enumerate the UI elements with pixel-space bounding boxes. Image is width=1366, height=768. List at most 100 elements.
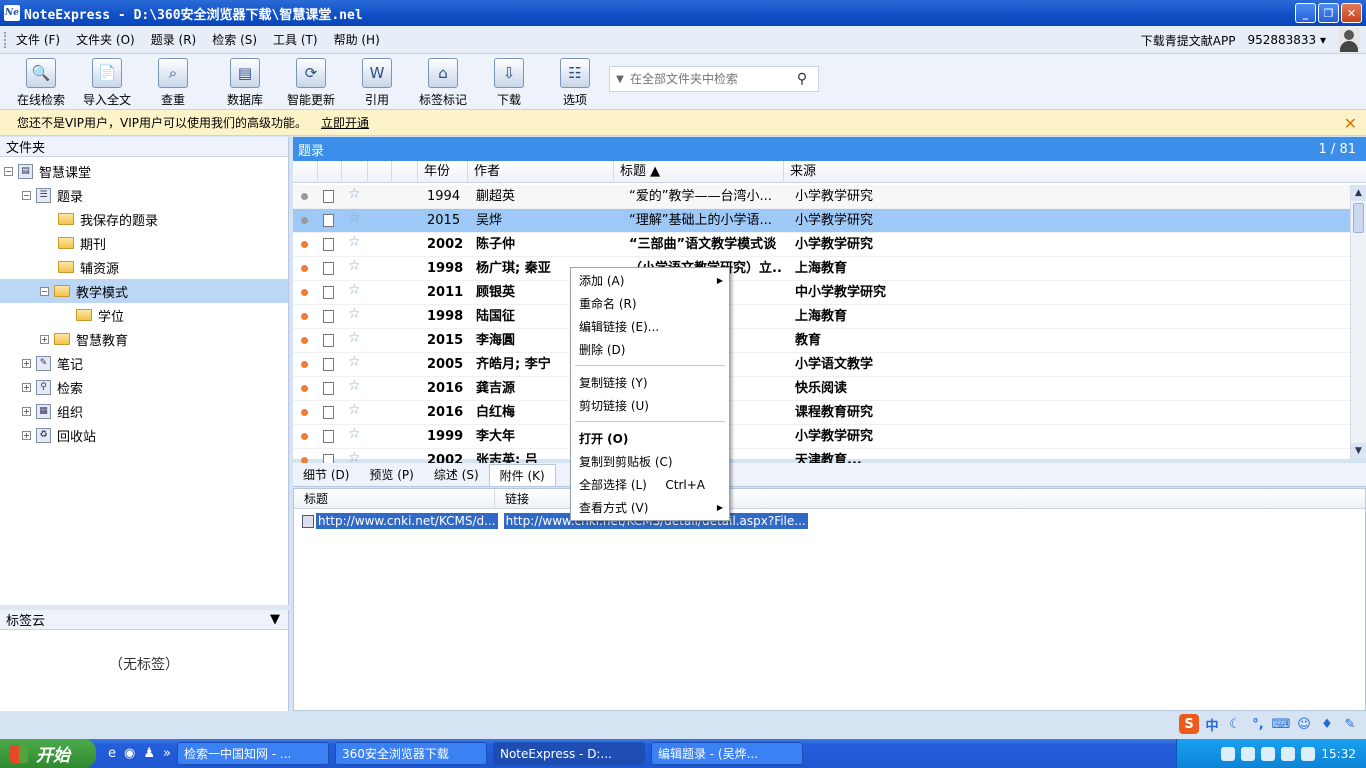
close-icon[interactable]: ✕ [1344,114,1357,133]
expand-icon[interactable]: + [22,430,31,440]
start-button[interactable]: 开始 [0,739,96,768]
expand-icon[interactable]: + [22,406,31,416]
menu-item-delete[interactable]: 删除 (D) [579,340,727,360]
menu-file[interactable]: 文件 (F) [8,31,68,48]
att-col-title[interactable]: 标题 [294,489,494,509]
ime-halfwidth-icon[interactable]: ☾ [1225,714,1245,734]
tree-item-records[interactable]: − ☰ 题录 [22,183,83,207]
menu-item-open[interactable]: 打开 (O) [579,429,727,449]
table-row[interactable]: ☆2011顾银英导学”...中小学教学研究 [293,281,1350,305]
table-row[interactable]: ☆2005齐皓月; 李宁变轨迹...小学语文教学 [293,353,1350,377]
menu-folder[interactable]: 文件夹 (O) [68,31,143,48]
security-tray-icon[interactable] [1281,746,1296,761]
user-id-dropdown[interactable]: 952883833 ▾ [1247,33,1326,47]
star-icon[interactable]: ☆ [348,354,361,370]
tree-item-root[interactable]: − ▤ 智慧课堂 [4,159,91,183]
task-noteexpress[interactable]: NoteExpress - D:... [492,742,645,765]
attachment-row[interactable]: http://www.cnki.net/KCMS/d... http://www… [302,512,808,530]
ie-icon[interactable]: e [108,746,116,761]
tree-item-search[interactable]: + ⚲ 检索 [22,375,83,399]
tree-item-degree[interactable]: 学位 [76,303,124,327]
table-row[interactable]: ☆2016龚吉源小学数...快乐阅读 [293,377,1350,401]
sogou-tray-icon[interactable] [1221,746,1236,761]
menu-item-select-all[interactable]: 全部选择 (L) Ctrl+A [579,475,727,495]
table-row[interactable]: ☆ 2002 陈子仲 “三部曲”语文教学模式谈 小学教学研究 [293,233,1350,257]
star-icon[interactable]: ☆ [348,210,361,226]
table-row[interactable]: ☆2015李海圓学教学...教育 [293,329,1350,353]
tree-item-smart-education[interactable]: + 智慧教育 [40,327,128,351]
menu-item-add[interactable]: 添加 (A) ▶ [579,271,727,291]
col-year[interactable]: 年份 [417,161,467,183]
clock[interactable]: 15:32 [1321,747,1356,761]
noteexpress-tray-icon[interactable] [1241,746,1256,761]
tree-item-organize[interactable]: + ▦ 组织 [22,399,83,423]
expand-icon[interactable]: + [22,358,31,368]
search-icon[interactable]: ⚲ [790,71,814,87]
menu-tools[interactable]: 工具 (T) [265,31,326,48]
tab-preview[interactable]: 预览 (P) [359,464,423,486]
tag-mark-button[interactable]: ⌂ 标签标记 [410,54,476,110]
dedupe-button[interactable]: ⌕ 查重 [140,54,206,110]
col-author[interactable]: 作者 [467,161,613,183]
online-search-button[interactable]: 🔍 在线检索 [8,54,74,110]
col-source[interactable]: 来源 [783,161,1350,183]
smart-update-button[interactable]: ⟳ 智能更新 [278,54,344,110]
col-extra1[interactable] [367,161,391,183]
database-button[interactable]: ▤ 数据库 [212,54,278,110]
cite-button[interactable]: W 引用 [344,54,410,110]
tab-attachments[interactable]: 附件 (K) [488,464,556,486]
tab-summary[interactable]: 综述 (S) [424,464,489,486]
download-button[interactable]: ⇩ 下载 [476,54,542,110]
vip-open-link[interactable]: 立即开通 [321,114,369,131]
expand-icon[interactable]: + [40,334,49,344]
menu-item-copy-clipboard[interactable]: 复制到剪贴板 (C) [579,452,727,472]
col-status[interactable] [293,161,317,183]
expand-icon[interactable]: + [22,382,31,392]
ime-punctuation-icon[interactable]: °, [1248,714,1268,734]
tree-item-journals[interactable]: 期刊 [58,231,106,255]
tree-item-recycle-bin[interactable]: + ♻ 回收站 [22,423,96,447]
star-icon[interactable]: ☆ [348,330,361,346]
star-icon[interactable]: ☆ [348,258,361,274]
star-icon[interactable]: ☆ [348,402,361,418]
search-input[interactable] [630,72,790,86]
table-row[interactable]: ☆2016白红梅学模式...课程教育研究 [293,401,1350,425]
table-row[interactable]: ☆ 1994 蒯超英 “爱的”教学——台湾小... 小学教学研究 [293,185,1350,209]
table-row[interactable]: ☆ 2015 吴烨 “理解”基础上的小学语... 小学教学研究 [293,209,1350,233]
network-tray-icon[interactable] [1261,746,1276,761]
import-fulltext-button[interactable]: 📄 导入全文 [74,54,140,110]
options-button[interactable]: ☷ 选项 [542,54,608,110]
tab-details[interactable]: 细节 (D) [293,464,359,486]
volume-tray-icon[interactable] [1301,746,1316,761]
star-icon[interactable]: ☆ [348,186,361,202]
task-edit-record[interactable]: 编辑题录 - (吴烨... [650,742,803,765]
collapse-icon[interactable]: − [4,166,13,176]
menu-search[interactable]: 检索 (S) [204,31,265,48]
qq-icon[interactable]: ♟ [143,746,155,761]
menu-records[interactable]: 题录 (R) [143,31,205,48]
menu-item-copy-link[interactable]: 复制链接 (Y) [579,373,727,393]
menu-item-rename[interactable]: 重命名 (R) [579,294,727,314]
scroll-up-icon[interactable]: ▲ [1351,185,1366,201]
tree-item-notes[interactable]: + ✎ 笔记 [22,351,83,375]
star-icon[interactable]: ☆ [348,378,361,394]
ime-settings-icon[interactable]: ✎ [1340,714,1360,734]
tree-item-resources[interactable]: 辅资源 [58,255,119,279]
menu-help[interactable]: 帮助 (H) [326,31,388,48]
scroll-thumb[interactable] [1353,203,1364,233]
star-icon[interactable]: ☆ [348,282,361,298]
star-icon[interactable]: ☆ [348,426,361,442]
task-download-folder[interactable]: 360安全浏览器下载 [334,742,487,765]
table-row[interactable]: ☆1998陆国征到“激...上海教育 [293,305,1350,329]
chevron-down-icon[interactable]: ▼ [270,612,280,627]
star-icon[interactable]: ☆ [348,306,361,322]
chevron-down-icon[interactable]: ▼ [610,74,630,85]
more-icon[interactable]: » [163,746,171,761]
ime-chinese-mode-icon[interactable]: 中 [1202,714,1222,734]
table-row[interactable]: ☆1998杨广琪; 秦亚（小学语文教学研究）立...上海教育 [293,257,1350,281]
task-cnki[interactable]: 检索一中国知网 - ... [176,742,329,765]
tree-item-saved-records[interactable]: 我保存的题录 [58,207,158,231]
close-button[interactable]: ✕ [1341,3,1362,23]
ime-user-icon[interactable]: ☺ [1294,714,1314,734]
menu-item-cut-link[interactable]: 剪切链接 (U) [579,396,727,416]
